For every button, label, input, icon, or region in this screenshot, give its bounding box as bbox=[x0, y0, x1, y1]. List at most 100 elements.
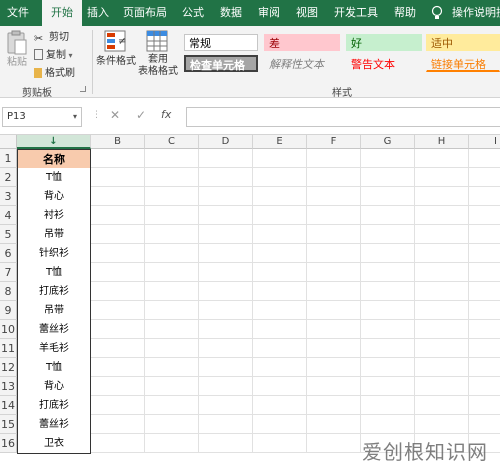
grid-cell[interactable] bbox=[361, 263, 415, 282]
grid-cell[interactable] bbox=[307, 225, 361, 244]
style-linked-cell[interactable]: 链接单元格 bbox=[426, 55, 500, 72]
column-a-cell[interactable]: 背心 bbox=[17, 187, 91, 207]
grid-cell[interactable] bbox=[307, 263, 361, 282]
grid-cell[interactable] bbox=[361, 206, 415, 225]
grid-cell[interactable] bbox=[253, 358, 307, 377]
clipboard-launcher-icon[interactable] bbox=[80, 86, 86, 92]
column-header-b[interactable]: B bbox=[91, 135, 145, 149]
grid-cell[interactable] bbox=[145, 187, 199, 206]
tab-formulas[interactable]: 公式 bbox=[176, 0, 210, 26]
name-box[interactable]: P13 ▾ bbox=[2, 107, 82, 127]
grid-cell[interactable] bbox=[415, 396, 469, 415]
worksheet-grid[interactable]: ↓ B C D E F G H I 1 名称 2 T恤 3 背心 4 衬衫 5 吊带 6 针织衫 7 T恤 8 打底衫 9 吊带 10… bbox=[0, 135, 500, 466]
grid-cell[interactable] bbox=[91, 206, 145, 225]
format-as-table-icon[interactable] bbox=[146, 30, 168, 52]
grid-cell[interactable] bbox=[145, 225, 199, 244]
grid-cell[interactable] bbox=[415, 206, 469, 225]
tab-home[interactable]: 开始 bbox=[42, 0, 82, 26]
grid-cell[interactable] bbox=[307, 434, 361, 453]
select-all-corner[interactable] bbox=[0, 135, 17, 149]
grid-cell[interactable] bbox=[145, 396, 199, 415]
grid-cell[interactable] bbox=[307, 320, 361, 339]
grid-cell[interactable] bbox=[253, 168, 307, 187]
grid-cell[interactable] bbox=[199, 415, 253, 434]
grid-cell[interactable] bbox=[469, 206, 500, 225]
grid-cell[interactable] bbox=[199, 377, 253, 396]
column-a-cell[interactable]: 打底衫 bbox=[17, 396, 91, 416]
grid-cell[interactable] bbox=[361, 358, 415, 377]
row-header[interactable]: 5 bbox=[0, 225, 17, 244]
column-header-e[interactable]: E bbox=[253, 135, 307, 149]
grid-cell[interactable] bbox=[145, 149, 199, 168]
grid-cell[interactable] bbox=[91, 263, 145, 282]
column-a-header-cell[interactable]: 名称 bbox=[17, 149, 91, 169]
tell-me-search[interactable]: 操作说明搜 bbox=[452, 0, 500, 26]
grid-cell[interactable] bbox=[307, 206, 361, 225]
grid-cell[interactable] bbox=[253, 301, 307, 320]
cut-button[interactable]: ✂ 剪切 bbox=[34, 30, 69, 46]
grid-cell[interactable] bbox=[469, 244, 500, 263]
column-header-c[interactable]: C bbox=[145, 135, 199, 149]
row-header[interactable]: 11 bbox=[0, 339, 17, 358]
grid-cell[interactable] bbox=[361, 282, 415, 301]
grid-cell[interactable] bbox=[199, 244, 253, 263]
grid-cell[interactable] bbox=[361, 415, 415, 434]
column-a-cell[interactable]: T恤 bbox=[17, 168, 91, 188]
grid-cell[interactable] bbox=[361, 187, 415, 206]
style-check-cell[interactable]: 检查单元格 bbox=[184, 55, 258, 72]
column-header-a[interactable]: ↓ bbox=[17, 135, 91, 149]
grid-cell[interactable] bbox=[415, 415, 469, 434]
grid-cell[interactable] bbox=[145, 339, 199, 358]
grid-cell[interactable] bbox=[253, 263, 307, 282]
grid-cell[interactable] bbox=[91, 187, 145, 206]
grid-cell[interactable] bbox=[145, 415, 199, 434]
grid-cell[interactable] bbox=[199, 301, 253, 320]
row-header[interactable]: 3 bbox=[0, 187, 17, 206]
grid-cell[interactable] bbox=[361, 301, 415, 320]
grid-cell[interactable] bbox=[253, 225, 307, 244]
column-a-cell[interactable]: 衬衫 bbox=[17, 206, 91, 226]
grid-cell[interactable] bbox=[415, 282, 469, 301]
grid-cell[interactable] bbox=[415, 339, 469, 358]
grid-cell[interactable] bbox=[199, 358, 253, 377]
grid-cell[interactable] bbox=[469, 149, 500, 168]
grid-cell[interactable] bbox=[415, 301, 469, 320]
grid-cell[interactable] bbox=[91, 415, 145, 434]
grid-cell[interactable] bbox=[361, 168, 415, 187]
grid-cell[interactable] bbox=[145, 301, 199, 320]
grid-cell[interactable] bbox=[145, 434, 199, 453]
grid-cell[interactable] bbox=[91, 168, 145, 187]
column-a-cell[interactable]: 背心 bbox=[17, 377, 91, 397]
grid-cell[interactable] bbox=[145, 282, 199, 301]
column-a-cell[interactable]: 吊带 bbox=[17, 225, 91, 245]
grid-cell[interactable] bbox=[253, 282, 307, 301]
grid-cell[interactable] bbox=[361, 320, 415, 339]
row-header[interactable]: 12 bbox=[0, 358, 17, 377]
style-good[interactable]: 好 bbox=[346, 34, 422, 51]
column-a-cell[interactable]: 羊毛衫 bbox=[17, 339, 91, 359]
column-a-cell[interactable]: 吊带 bbox=[17, 301, 91, 321]
enter-icon[interactable]: ✓ bbox=[136, 108, 146, 122]
tab-view[interactable]: 视图 bbox=[290, 0, 324, 26]
copy-button[interactable]: 复制 ▾ bbox=[34, 48, 73, 64]
column-a-cell[interactable]: 针织衫 bbox=[17, 244, 91, 264]
style-warning[interactable]: 警告文本 bbox=[346, 55, 422, 72]
grid-cell[interactable] bbox=[91, 339, 145, 358]
grid-cell[interactable] bbox=[253, 320, 307, 339]
column-a-cell[interactable]: 蕾丝衫 bbox=[17, 415, 91, 435]
grid-cell[interactable] bbox=[361, 244, 415, 263]
grid-cell[interactable] bbox=[469, 339, 500, 358]
grid-cell[interactable] bbox=[307, 339, 361, 358]
grid-cell[interactable] bbox=[469, 225, 500, 244]
tab-help[interactable]: 帮助 bbox=[388, 0, 422, 26]
grid-cell[interactable] bbox=[307, 282, 361, 301]
grid-cell[interactable] bbox=[307, 301, 361, 320]
grid-cell[interactable] bbox=[361, 396, 415, 415]
column-a-cell[interactable]: 卫衣 bbox=[17, 434, 91, 454]
grid-cell[interactable] bbox=[91, 282, 145, 301]
grid-cell[interactable] bbox=[91, 396, 145, 415]
grid-cell[interactable] bbox=[415, 377, 469, 396]
grid-cell[interactable] bbox=[469, 282, 500, 301]
grid-cell[interactable] bbox=[199, 320, 253, 339]
column-a-cell[interactable]: T恤 bbox=[17, 358, 91, 378]
